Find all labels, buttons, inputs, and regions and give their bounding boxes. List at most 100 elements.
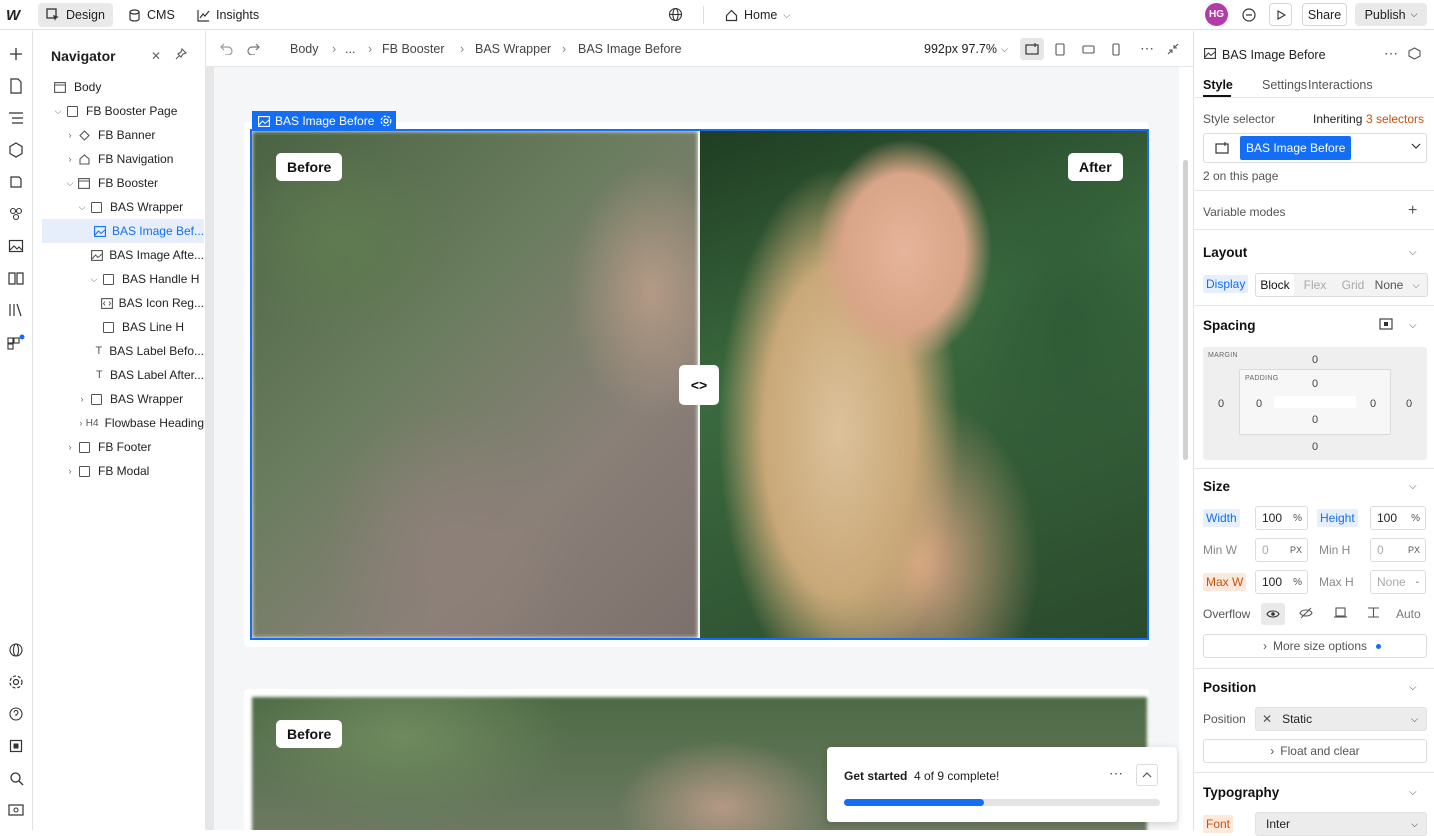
help-icon[interactable] xyxy=(6,704,26,724)
crumb-bas-image-before[interactable]: BAS Image Before xyxy=(578,42,682,56)
layout-section-title[interactable]: Layout xyxy=(1203,245,1247,260)
more-size-options-button[interactable]: › More size options xyxy=(1203,634,1427,658)
display-grid[interactable]: Grid xyxy=(1334,274,1372,296)
second-before-label[interactable]: Before xyxy=(276,720,343,748)
position-select[interactable]: ✕ Static ⌵ xyxy=(1255,707,1427,731)
crumb-fb-booster[interactable]: FB Booster xyxy=(382,42,445,56)
assets-icon[interactable] xyxy=(6,236,26,256)
chevron-right-icon[interactable]: › xyxy=(64,466,76,476)
styles-icon[interactable] xyxy=(6,172,26,192)
chevron-right-icon[interactable]: › xyxy=(64,442,76,452)
display-block[interactable]: Block xyxy=(1256,274,1294,296)
publish-button[interactable]: Publish ⌵ xyxy=(1355,3,1427,26)
padding-bottom[interactable]: 0 xyxy=(1312,414,1318,426)
webflow-logo[interactable]: W xyxy=(6,7,20,24)
nav-item-bas-wrapper[interactable]: ⌵ BAS Wrapper xyxy=(42,195,204,219)
nav-item-fb-footer[interactable]: › FB Footer xyxy=(42,435,204,459)
max-width-input[interactable]: 100% xyxy=(1255,570,1308,594)
nav-item-bas-label-after[interactable]: T BAS Label After... xyxy=(42,363,204,387)
chevron-down-icon[interactable]: ⌵ xyxy=(52,106,64,117)
chevron-down-icon[interactable] xyxy=(1411,143,1421,149)
before-label[interactable]: Before xyxy=(276,153,343,181)
max-width-unit[interactable]: % xyxy=(1293,577,1302,588)
desktop-breakpoint-icon[interactable] xyxy=(1020,38,1044,60)
nav-item-fb-booster[interactable]: ⌵ FB Booster xyxy=(42,171,204,195)
navigator-icon[interactable] xyxy=(6,108,26,128)
chevron-down-icon[interactable]: ⌵ xyxy=(76,202,88,213)
crumb-ellipsis[interactable]: ... xyxy=(345,42,355,56)
comment-icon[interactable] xyxy=(1241,7,1257,23)
design-mode-button[interactable]: Design xyxy=(38,3,113,27)
nav-item-body[interactable]: Body xyxy=(42,75,204,99)
size-section-title[interactable]: Size xyxy=(1203,479,1230,494)
share-button[interactable]: Share xyxy=(1302,3,1347,26)
overflow-scroll-icon[interactable] xyxy=(1334,606,1347,619)
components-icon[interactable] xyxy=(6,140,26,160)
chevron-down-icon[interactable]: ⌵ xyxy=(88,274,100,285)
settings-icon[interactable] xyxy=(6,672,26,692)
inheriting-count[interactable]: 3 selectors xyxy=(1366,112,1424,126)
chevron-down-icon[interactable]: ⌵ xyxy=(1409,682,1417,693)
chevron-down-icon[interactable]: ⌵ xyxy=(1409,481,1417,492)
design-canvas[interactable]: BAS Image Before Before After <> Before xyxy=(214,67,1179,830)
chevron-up-icon[interactable] xyxy=(1136,764,1158,786)
chevron-right-icon[interactable]: › xyxy=(76,418,86,428)
margin-left[interactable]: 0 xyxy=(1218,398,1224,410)
overflow-auto[interactable]: Auto xyxy=(1396,607,1421,621)
overflow-visible-eye-icon[interactable] xyxy=(1261,603,1285,625)
nav-item-fb-booster-page[interactable]: ⌵ FB Booster Page xyxy=(42,99,204,123)
close-icon[interactable]: ✕ xyxy=(151,49,161,63)
max-height-input[interactable]: None - xyxy=(1370,570,1426,594)
chevron-right-icon[interactable]: › xyxy=(64,130,76,140)
apps-icon[interactable] xyxy=(6,332,26,352)
typography-section-title[interactable]: Typography xyxy=(1203,785,1279,800)
font-select[interactable]: Inter ⌵ xyxy=(1255,812,1427,836)
min-height-input[interactable]: 0 PX xyxy=(1370,538,1426,562)
height-input[interactable]: 100% xyxy=(1370,506,1426,530)
tablet-breakpoint-icon[interactable] xyxy=(1055,43,1065,56)
nav-item-fb-banner[interactable]: › FB Banner xyxy=(42,123,204,147)
overflow-hidden-eye-off-icon[interactable] xyxy=(1299,607,1313,619)
page-selector[interactable]: Home ⌵ xyxy=(725,8,790,22)
book-icon[interactable] xyxy=(6,268,26,288)
bas-image-before[interactable]: Before After <> xyxy=(250,129,1149,640)
nav-item-fb-modal[interactable]: › FB Modal xyxy=(42,459,204,483)
chevron-down-icon[interactable]: ⌵ xyxy=(64,178,76,189)
library-icon[interactable] xyxy=(6,300,26,320)
tab-interactions[interactable]: Interactions xyxy=(1308,78,1373,92)
selector-field[interactable]: BAS Image Before xyxy=(1203,133,1427,163)
position-section-title[interactable]: Position xyxy=(1203,680,1256,695)
padding-left[interactable]: 0 xyxy=(1256,398,1262,410)
variables-icon[interactable] xyxy=(6,204,26,224)
padding-top[interactable]: 0 xyxy=(1312,378,1318,390)
nav-item-bas-label-before[interactable]: T BAS Label Befo... xyxy=(42,339,204,363)
min-width-unit[interactable]: PX xyxy=(1290,545,1302,555)
margin-top[interactable]: 0 xyxy=(1312,354,1318,366)
undo-icon[interactable] xyxy=(220,43,233,55)
canvas-scrollbar[interactable] xyxy=(1183,160,1188,460)
localization-icon[interactable] xyxy=(6,640,26,660)
nav-item-bas-line-h[interactable]: BAS Line H xyxy=(42,315,204,339)
padding-right[interactable]: 0 xyxy=(1370,398,1376,410)
min-height-unit[interactable]: PX xyxy=(1408,545,1420,555)
margin-bottom[interactable]: 0 xyxy=(1312,441,1318,453)
add-element-icon[interactable] xyxy=(6,44,26,64)
stop-icon[interactable] xyxy=(6,736,26,756)
float-and-clear-button[interactable]: › Float and clear xyxy=(1203,739,1427,763)
display-flex[interactable]: Flex xyxy=(1296,274,1334,296)
search-icon[interactable] xyxy=(6,768,26,788)
crumb-bas-wrapper[interactable]: BAS Wrapper xyxy=(475,42,551,56)
globe-icon[interactable] xyxy=(668,7,683,22)
redo-icon[interactable] xyxy=(247,43,260,55)
nav-item-bas-icon-reg[interactable]: BAS Icon Reg... xyxy=(42,291,204,315)
tab-style[interactable]: Style xyxy=(1203,78,1233,92)
chevron-right-icon[interactable]: › xyxy=(64,154,76,164)
chevron-down-icon[interactable]: ⌵ xyxy=(1409,320,1417,331)
tab-settings[interactable]: Settings xyxy=(1262,78,1307,92)
cms-button[interactable]: CMS xyxy=(128,8,175,22)
video-icon[interactable] xyxy=(6,800,26,820)
viewport-size[interactable]: 992px 97.7% xyxy=(924,42,997,56)
more-icon[interactable]: ⋯ xyxy=(1109,765,1123,782)
selected-element-tag[interactable]: BAS Image Before xyxy=(252,111,381,131)
more-icon[interactable]: ⋯ xyxy=(1384,45,1398,62)
